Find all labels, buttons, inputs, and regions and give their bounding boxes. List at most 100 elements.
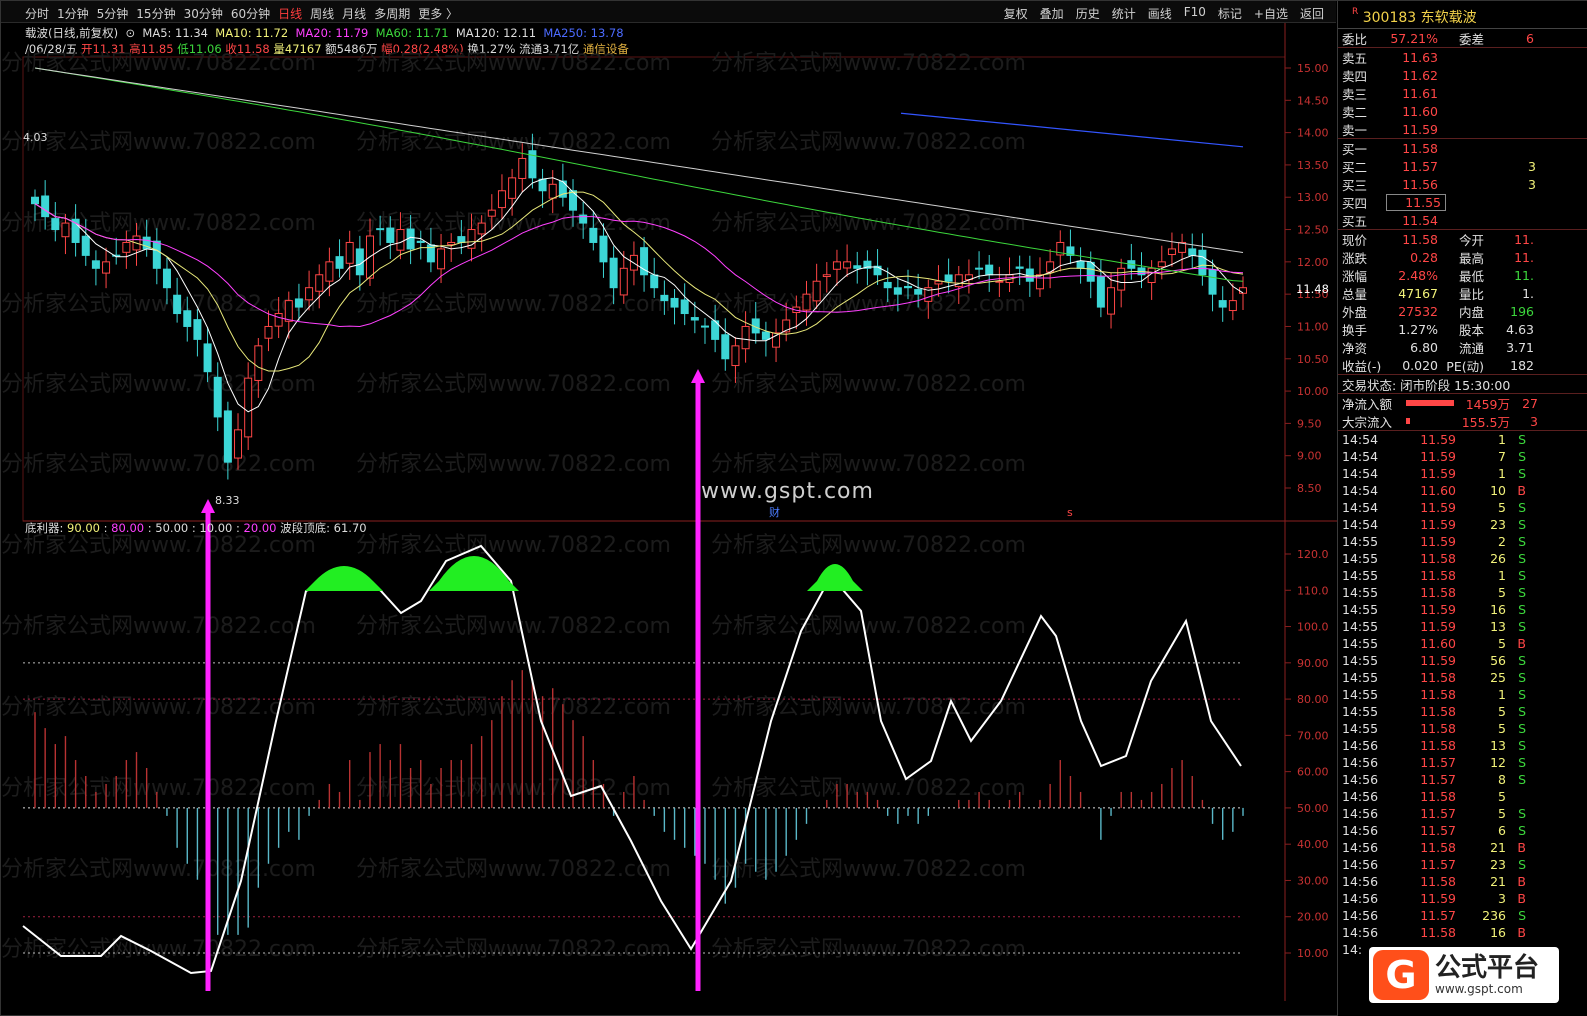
tick-row: 14:55 11.58 5 S <box>1342 704 1526 719</box>
candle-body <box>802 293 811 311</box>
trade-status: 交易状态: 闭市阶段 15:30:00 <box>1342 377 1511 393</box>
quote-stats: 现价 11.58 今开 11. 涨跌 0.28 最高 11. 涨幅 2.48% 最低 11. 总量 471… <box>1338 230 1587 374</box>
tick-row: 14:55 11.59 16 S <box>1342 602 1526 617</box>
finance-mark[interactable]: 财 <box>769 505 780 519</box>
tick-row: 14:55 11.58 26 S <box>1342 551 1526 566</box>
candle-body <box>975 267 984 270</box>
price-tick-label: 8.50 <box>1297 482 1322 495</box>
candle-body <box>619 267 628 296</box>
candle-body <box>944 274 953 282</box>
indicator-tick-label: 40.00 <box>1297 838 1329 851</box>
price-tick-label: 12.50 <box>1297 224 1329 237</box>
tick-row: 14:56 11.57 236 S <box>1342 908 1526 923</box>
candle-body <box>650 274 659 289</box>
candle-body <box>1117 267 1126 291</box>
candle-body <box>274 313 283 327</box>
candle-body <box>853 265 862 269</box>
candle-body <box>325 261 334 282</box>
watermark-text: 分析家公式网www.70822.com <box>1 776 316 801</box>
tick-row: 14:54 11.60 10 B <box>1342 483 1526 498</box>
bid-level-row[interactable]: 买五 11.54 <box>1338 211 1587 229</box>
top-zone-fill <box>305 566 383 591</box>
candle-body <box>355 248 364 276</box>
candle-body <box>487 209 496 217</box>
bid-level-row[interactable]: 买四 11.55 <box>1338 193 1587 211</box>
tick-row: 14:56 11.57 23 S <box>1342 857 1526 872</box>
watermark-text: 分析家公式网www.70822.com <box>356 614 671 639</box>
ask-level-row[interactable]: 卖四 11.62 <box>1338 66 1587 84</box>
watermark-text: 分析家公式网www.70822.com <box>711 292 1026 317</box>
tick-row: 14:54 11.59 1 S <box>1342 432 1526 447</box>
candle-body <box>741 325 750 350</box>
watermark-text: 分析家公式网www.70822.com <box>1 614 316 639</box>
tick-row: 14:54 11.59 1 S <box>1342 466 1526 481</box>
candle-body <box>822 274 831 278</box>
indicator-tick-label: 60.00 <box>1297 766 1329 779</box>
indicator-axis: 120.0 110.0 100.0 90.00 80.00 70.00 60.00 50.00… <box>1285 548 1329 960</box>
gspt-logo: G 公式平台 www.gspt.com <box>1369 947 1559 1003</box>
watermark-text: 分析家公式网www.70822.com <box>356 452 671 477</box>
candle-body <box>1076 260 1085 269</box>
indicator-legend: 底利器: 90.00 : 80.00 : 50.00 : 10.00 : 20.… <box>25 521 367 535</box>
indicator-tick-label: 100.0 <box>1297 621 1329 634</box>
ask-level-row[interactable]: 卖一 11.59 <box>1338 120 1587 138</box>
candle-body <box>305 287 314 301</box>
ask-level-row[interactable]: 卖三 11.61 <box>1338 84 1587 102</box>
candle-body <box>437 248 446 270</box>
candle-body <box>234 429 243 459</box>
candle-body <box>41 195 50 218</box>
low-price-mark: 8.33 <box>215 494 240 507</box>
ask-level-row[interactable]: 卖五 11.63 <box>1338 48 1587 66</box>
watermark-text: 分析家公式网www.70822.com <box>711 533 1026 558</box>
watermark-text: 分析家公式网www.70822.com <box>1 130 316 155</box>
watermark-text: 分析家公式网www.70822.com <box>1 372 316 397</box>
moving-average-lines <box>34 67 1244 413</box>
tick-row: 14:55 11.58 25 S <box>1342 670 1526 685</box>
price-tick-label: 10.50 <box>1297 353 1329 366</box>
price-tick-label: 13.00 <box>1297 191 1329 204</box>
candle-body <box>508 177 517 199</box>
candle-body <box>538 178 547 192</box>
candle-body <box>1198 249 1207 276</box>
watermark-text: 分析家公式网www.70822.com <box>1 51 316 76</box>
candle-body <box>61 222 70 238</box>
stock-title[interactable]: R 300183 东软载波 <box>1338 1 1587 29</box>
logo-glyph: G <box>1373 950 1429 1000</box>
tick-row: 14:55 11.58 1 S <box>1342 687 1526 702</box>
candle-body <box>477 222 486 235</box>
watermark-text: 分析家公式网www.70822.com <box>356 372 671 397</box>
candle-body <box>1015 266 1024 269</box>
tick-list[interactable]: 14:54 11.59 1 S 14:54 11.59 7 S 14:54 11.59 1 S 14:5… <box>1338 431 1587 958</box>
indicator-tick-label: 110.0 <box>1297 584 1329 597</box>
candle-body <box>315 274 324 292</box>
tick-row: 14:56 11.57 12 S <box>1342 755 1526 770</box>
watermark-text: 分析家公式网www.70822.com <box>356 533 671 558</box>
candle-body <box>934 280 943 285</box>
candle-body <box>284 300 293 322</box>
event-mark[interactable]: s <box>1067 506 1073 519</box>
candle-body <box>254 345 263 381</box>
bid-level-row[interactable]: 买二 11.57 3 <box>1338 157 1587 175</box>
indicator-tick-label: 20.00 <box>1297 911 1329 924</box>
candle-body <box>700 325 709 328</box>
bid-level-row[interactable]: 买一 11.58 <box>1338 139 1587 157</box>
price-tick-label: 9.00 <box>1297 450 1322 463</box>
candle-body <box>670 297 679 308</box>
ask-level-row[interactable]: 卖二 11.60 <box>1338 102 1587 120</box>
price-tick-label: 14.00 <box>1297 127 1329 140</box>
candle-body <box>518 157 527 179</box>
candle-body <box>173 294 182 315</box>
candle-body <box>914 289 923 295</box>
candle-body <box>345 241 354 264</box>
candle-body <box>548 183 557 199</box>
kline-chart[interactable]: 分析家公式网www.70822.com 分析家公式网www.70822.com 分析… <box>1 1 1337 1016</box>
candle-body <box>193 319 202 340</box>
logo-line2: www.gspt.com <box>1435 982 1523 996</box>
bid-level-row[interactable]: 买三 11.56 3 <box>1338 175 1587 193</box>
tick-row: 14:54 11.59 7 S <box>1342 449 1526 464</box>
candle-body <box>1188 248 1197 256</box>
candle-body <box>31 196 39 205</box>
tick-row: 14:56 11.57 8 S <box>1342 772 1526 787</box>
candle-body <box>680 299 689 315</box>
tick-row: 14:55 11.59 2 S <box>1342 534 1526 549</box>
